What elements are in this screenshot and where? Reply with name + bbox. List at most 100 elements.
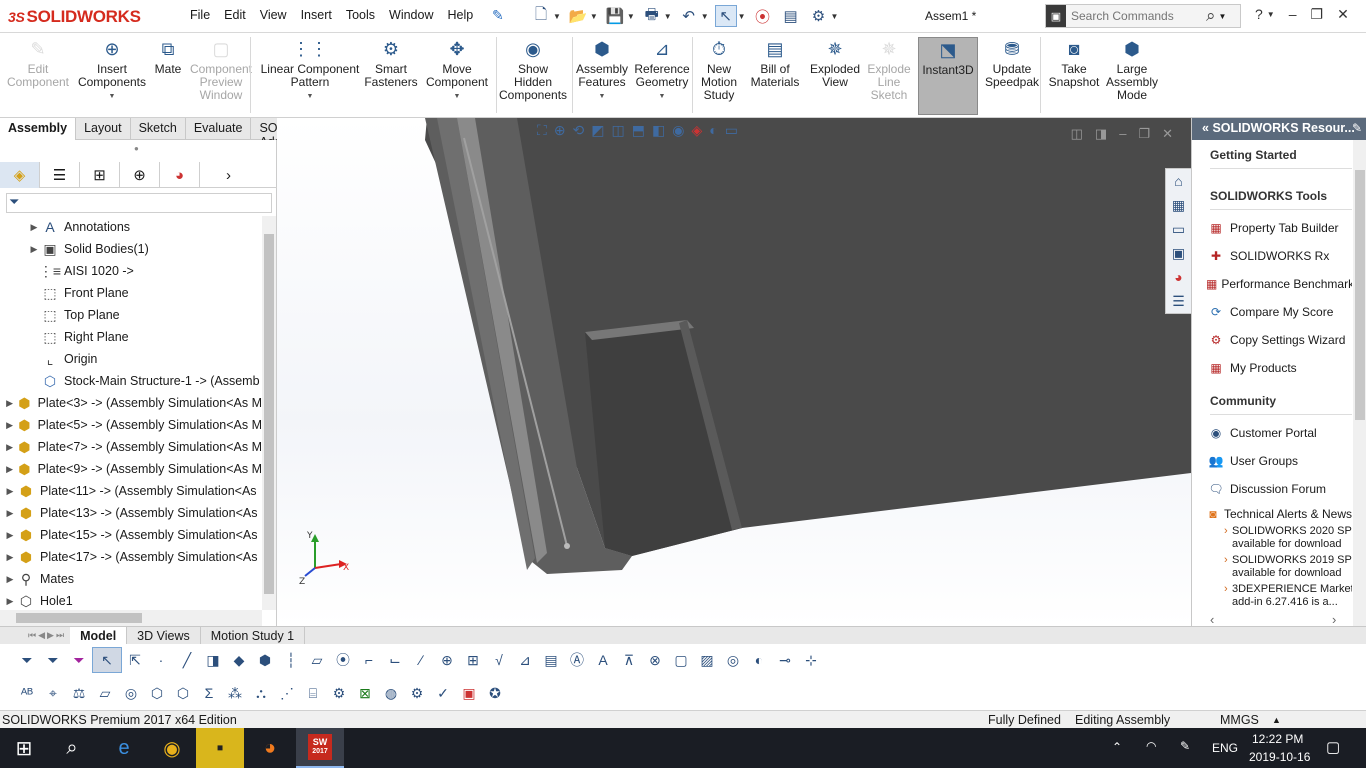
chevron-down-icon[interactable]: ▼: [590, 12, 598, 21]
tree-item[interactable]: ⬚ Right Plane: [0, 326, 262, 348]
save-icon[interactable]: 💾: [604, 5, 626, 27]
sticky-notes-icon[interactable]: ▪: [196, 728, 244, 768]
chrome-browser-icon[interactable]: ◉: [148, 728, 196, 768]
chevron-down-icon[interactable]: ▼: [553, 12, 561, 21]
last-tab-icon[interactable]: ⏭: [56, 630, 64, 641]
new-document-icon[interactable]: 🗋: [530, 5, 552, 27]
expand-arrow-icon[interactable]: ▶: [4, 596, 16, 607]
minimize-icon[interactable]: –: [1119, 126, 1126, 142]
tab-layout[interactable]: Layout: [76, 118, 131, 140]
filter-axes-icon[interactable]: ┆: [278, 647, 304, 673]
section-properties-icon[interactable]: ▱: [92, 680, 118, 706]
pin-icon[interactable]: ✎: [1352, 121, 1362, 135]
filter-note-icon[interactable]: ▤: [538, 647, 564, 673]
filter-edges-icon[interactable]: ╱: [174, 647, 200, 673]
tree-filter[interactable]: ⏷: [6, 193, 272, 213]
restore-icon[interactable]: ❐: [1311, 6, 1324, 23]
expand-arrow-icon[interactable]: ▶: [4, 398, 15, 409]
filter-block-icon[interactable]: ▢: [668, 647, 694, 673]
view-orientation-icon[interactable]: ⬒: [632, 122, 645, 139]
windows-start-icon[interactable]: ⊞: [0, 728, 48, 768]
filter-weld-icon[interactable]: ⊿: [512, 647, 538, 673]
expand-arrow-icon[interactable]: ▶: [4, 464, 15, 475]
network-icon[interactable]: ◠: [1146, 739, 1156, 753]
chevron-down-icon[interactable]: ▼: [627, 12, 635, 21]
tool-link[interactable]: ▦ Performance Benchmark: [1206, 270, 1352, 298]
tab-sketch[interactable]: Sketch: [131, 118, 186, 140]
tab-evaluate[interactable]: Evaluate: [186, 118, 252, 140]
sustainability-icon[interactable]: ▣: [456, 680, 482, 706]
explode-line-sketch-button[interactable]: ✵ Explode Line Sketch: [864, 37, 914, 102]
close-icon[interactable]: ✕: [1162, 126, 1173, 142]
search-icon[interactable]: ⌕: [48, 728, 96, 768]
notifications-icon[interactable]: ▢: [1326, 738, 1340, 756]
filter-annotation-icon[interactable]: ◐: [746, 647, 772, 673]
chevron-down-icon[interactable]: ▼: [599, 90, 606, 103]
help-icon[interactable]: ?: [1255, 6, 1263, 23]
edge-browser-icon[interactable]: e: [100, 728, 148, 768]
tab-assembly[interactable]: Assembly: [0, 118, 77, 140]
display-manager-tab-icon[interactable]: ◕: [160, 162, 200, 188]
design-checker-icon[interactable]: ⊠: [352, 680, 378, 706]
tab-model[interactable]: Model: [70, 626, 128, 645]
component-preview-window-button[interactable]: ▢ Component Preview Window: [186, 37, 256, 102]
unit-system[interactable]: MMGS: [1220, 713, 1259, 727]
chevron-down-icon[interactable]: ▼: [701, 12, 709, 21]
edit-component-button[interactable]: ✎ Edit Component: [3, 37, 73, 89]
search-input[interactable]: [1066, 9, 1206, 23]
minimize-icon[interactable]: –: [1289, 6, 1297, 23]
tree-item[interactable]: ▶ ⬢ Plate<13> -> (Assembly Simulation<As: [0, 502, 262, 524]
solidworks-taskbar-icon[interactable]: SW 2017: [296, 728, 344, 768]
filter-center-icon[interactable]: ⊕: [434, 647, 460, 673]
community-link[interactable]: ◉ Customer Portal: [1206, 419, 1352, 447]
filter-solids-icon[interactable]: ⬢: [252, 647, 278, 673]
chevron-left-icon[interactable]: ‹: [1210, 612, 1214, 627]
task-pane-header[interactable]: « SOLIDWORKS Resour...: [1192, 118, 1366, 140]
filter-connection-icon[interactable]: ⊸: [772, 647, 798, 673]
insert-components-button[interactable]: ⊕ Insert Components ▼: [74, 37, 150, 103]
filter-surfaces-icon[interactable]: ◆: [226, 647, 252, 673]
mass-properties-icon[interactable]: ⚖: [66, 680, 92, 706]
tool-link[interactable]: ▦ Property Tab Builder: [1206, 214, 1352, 242]
expand-arrow-icon[interactable]: ▶: [4, 530, 16, 541]
view-palette-icon[interactable]: ▣: [1166, 241, 1191, 265]
search-icon[interactable]: ⌕: [1206, 6, 1216, 26]
edit-appearance-icon[interactable]: ◈: [691, 122, 702, 139]
scroll-thumb[interactable]: [264, 234, 274, 594]
menu-tools[interactable]: Tools: [339, 8, 382, 22]
exploded-view-button[interactable]: ✵ Exploded View: [806, 37, 864, 89]
chevron-right-icon[interactable]: ›: [1332, 612, 1336, 627]
undo-icon[interactable]: ↶: [678, 5, 700, 27]
dynamic-annotation-icon[interactable]: ◫: [612, 122, 625, 139]
select-pointer-icon[interactable]: ↖: [714, 5, 737, 27]
new-motion-study-button[interactable]: ⏱ New Motion Study: [696, 37, 742, 102]
tree-item[interactable]: ▶ ⬢ Plate<7> -> (Assembly Simulation<As M: [0, 436, 262, 458]
graphics-area[interactable]: ⛶ ⊕ ⟲ ◩ ◫ ⬒ ◧ ◉ ◈ ◐ ▭ ◫ ◨ – ❐ ✕ Y X Z: [277, 118, 1191, 626]
chevron-down-icon[interactable]: ▼: [664, 12, 672, 21]
home-icon[interactable]: ⌂: [1166, 169, 1191, 193]
filter-tolerance-icon[interactable]: ⊗: [642, 647, 668, 673]
sensors-icon[interactable]: ⌸: [300, 680, 326, 706]
filter-select-all-icon[interactable]: ⏷: [66, 647, 92, 673]
tree-item[interactable]: ▶ A Annotations: [0, 216, 262, 238]
tree-item[interactable]: ⬚ Top Plane: [0, 304, 262, 326]
scroll-thumb[interactable]: [16, 613, 142, 623]
model-view[interactable]: [277, 118, 1191, 626]
filter-balloon-icon[interactable]: Ⓐ: [564, 647, 590, 673]
assembly-visualization-icon[interactable]: ⛬: [248, 680, 274, 706]
tree-item[interactable]: ▶ ⬢ Plate<5> -> (Assembly Simulation<As M: [0, 414, 262, 436]
reference-geometry-button[interactable]: ⊿ Reference Geometry ▼: [632, 37, 692, 103]
chevron-down-icon[interactable]: ▼: [454, 90, 461, 103]
equations-icon[interactable]: Σ: [196, 680, 222, 706]
motion-icon[interactable]: ◍: [378, 680, 404, 706]
prev-tab-icon[interactable]: ◀: [38, 630, 45, 641]
filter-sketch-icon[interactable]: ⌐: [356, 647, 382, 673]
tree-item[interactable]: ▶ ⬡ Hole1: [0, 590, 262, 612]
print-icon[interactable]: 🖶: [641, 5, 663, 27]
news-item[interactable]: SOLIDWORKS 2019 SP4available for downloa…: [1206, 554, 1352, 580]
view-settings-icon[interactable]: ▭: [725, 122, 738, 139]
menu-help[interactable]: Help: [441, 8, 481, 22]
language-indicator[interactable]: ENG: [1212, 741, 1238, 755]
zoom-area-icon[interactable]: ⊕: [554, 122, 566, 139]
filter-midpoints-icon[interactable]: ∕: [408, 647, 434, 673]
